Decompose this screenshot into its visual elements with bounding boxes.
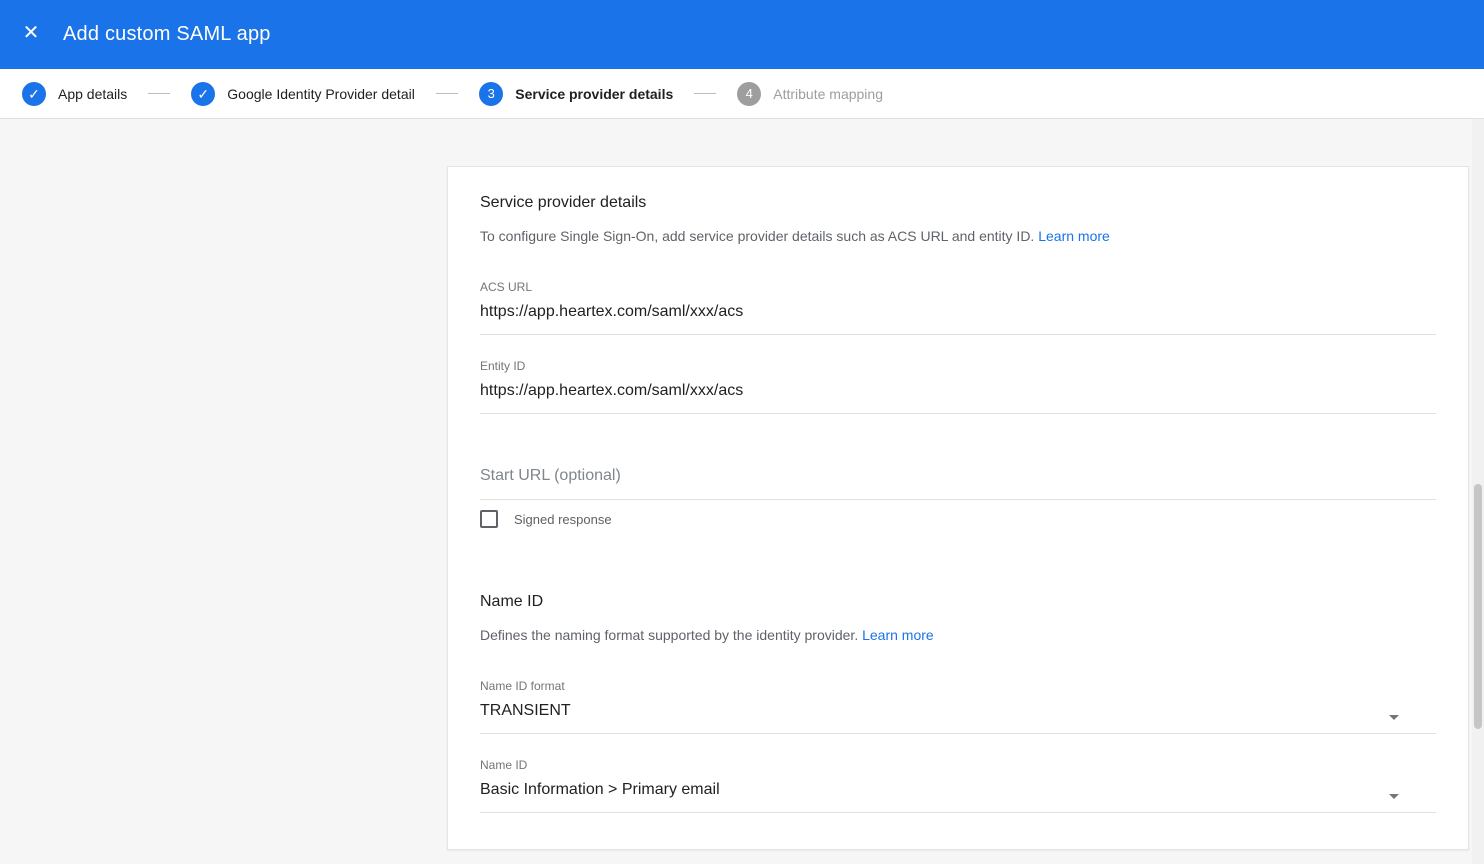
entity-id-input[interactable]: https://app.heartex.com/saml/xxx/acs	[480, 382, 1436, 400]
signed-response-checkbox[interactable]	[480, 510, 498, 528]
step-1-label: App details	[58, 86, 127, 102]
name-id-description: Defines the naming format supported by t…	[480, 627, 1436, 643]
section-title-name-id: Name ID	[480, 593, 1436, 611]
start-url-field[interactable]: Start URL (optional)	[480, 467, 1436, 500]
step-3-label: Service provider details	[515, 86, 673, 102]
signed-response-label: Signed response	[514, 512, 612, 527]
step-google-idp-details[interactable]: ✓ Google Identity Provider details	[191, 82, 415, 106]
step-2-label: Google Identity Provider details	[227, 86, 415, 102]
stepper: ✓ App details ✓ Google Identity Provider…	[0, 69, 1484, 119]
dialog-header: ✕ Add custom SAML app	[0, 0, 1484, 69]
chevron-down-icon[interactable]	[1389, 715, 1399, 720]
name-id-format-label: Name ID format	[480, 679, 1436, 693]
description-text: Defines the naming format supported by t…	[480, 627, 858, 643]
signed-response-row: Signed response	[480, 510, 1436, 528]
chevron-down-icon[interactable]	[1389, 794, 1399, 799]
step-1-check-icon: ✓	[22, 82, 46, 106]
step-separator	[148, 93, 170, 94]
entity-id-field[interactable]: Entity ID https://app.heartex.com/saml/x…	[480, 359, 1436, 414]
scrollbar-thumb[interactable]	[1474, 484, 1482, 729]
acs-url-label: ACS URL	[480, 280, 1436, 294]
dialog-title: Add custom SAML app	[63, 23, 271, 46]
name-id-value[interactable]: Basic Information > Primary email	[480, 781, 1436, 799]
name-id-format-select[interactable]: Name ID format TRANSIENT	[480, 679, 1436, 734]
close-icon[interactable]: ✕	[19, 23, 43, 47]
service-provider-panel: Service provider details To configure Si…	[447, 166, 1469, 850]
step-app-details[interactable]: ✓ App details	[22, 82, 127, 106]
learn-more-link[interactable]: Learn more	[862, 627, 934, 643]
entity-id-label: Entity ID	[480, 359, 1436, 373]
acs-url-input[interactable]: https://app.heartex.com/saml/xxx/acs	[480, 303, 1436, 321]
name-id-format-value[interactable]: TRANSIENT	[480, 702, 1436, 720]
step-service-provider-details[interactable]: 3 Service provider details	[479, 82, 673, 106]
step-separator	[436, 93, 458, 94]
learn-more-link[interactable]: Learn more	[1038, 228, 1110, 244]
step-separator	[694, 93, 716, 94]
description-text: To configure Single Sign-On, add service…	[480, 228, 1034, 244]
step-2-check-icon: ✓	[191, 82, 215, 106]
step-attribute-mapping[interactable]: 4 Attribute mapping	[737, 82, 883, 106]
step-4-label: Attribute mapping	[773, 86, 883, 102]
section-description: To configure Single Sign-On, add service…	[480, 228, 1436, 244]
step-4-number: 4	[737, 82, 761, 106]
name-id-select[interactable]: Name ID Basic Information > Primary emai…	[480, 758, 1436, 813]
acs-url-field[interactable]: ACS URL https://app.heartex.com/saml/xxx…	[480, 280, 1436, 335]
start-url-input[interactable]: Start URL (optional)	[480, 467, 1436, 485]
name-id-label: Name ID	[480, 758, 1436, 772]
scrollbar-track[interactable]	[1472, 69, 1484, 864]
step-3-number: 3	[479, 82, 503, 106]
section-title-service-provider: Service provider details	[480, 194, 1436, 212]
